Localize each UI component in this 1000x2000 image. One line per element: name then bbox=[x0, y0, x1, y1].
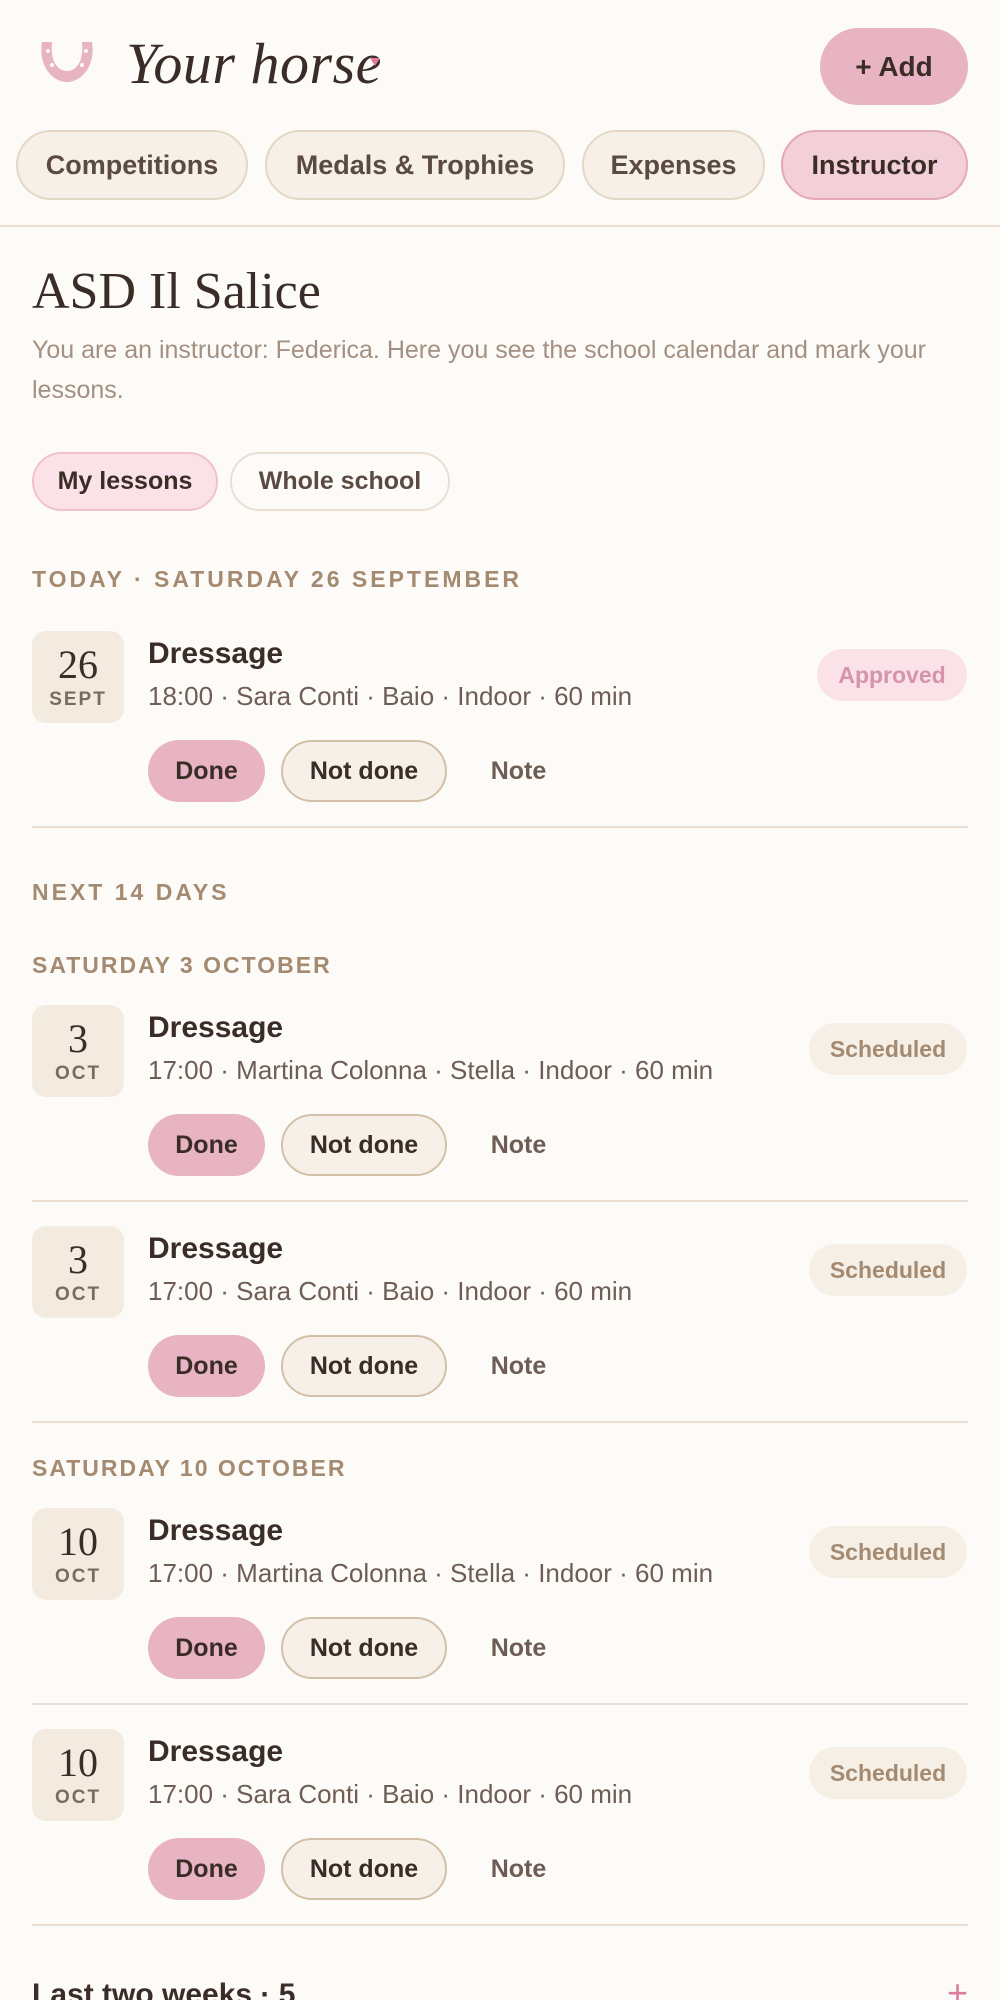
lesson-details: 18:00 · Sara Conti · Baio · Indoor · 60 … bbox=[148, 681, 633, 711]
done-button[interactable]: Done bbox=[148, 740, 265, 802]
app-title[interactable]: Your horse bbox=[126, 30, 382, 97]
lesson-details: 17:00 · Sara Conti · Baio · Indoor · 60 … bbox=[148, 1276, 633, 1306]
not-done-button[interactable]: Not done bbox=[281, 1838, 447, 1900]
past-lessons-toggle[interactable]: Last two weeks · 5 + bbox=[32, 1972, 968, 2000]
chevron-down-icon[interactable] bbox=[370, 58, 380, 66]
done-button[interactable]: Done bbox=[148, 1335, 265, 1397]
tab-competitions[interactable]: Competitions bbox=[16, 130, 248, 200]
section-upcoming-label: NEXT 14 DAYS bbox=[32, 879, 230, 905]
status-badge: Scheduled bbox=[809, 1023, 967, 1075]
date-month: OCT bbox=[54, 1787, 102, 1808]
lesson-card: 3 OCT Dressage 17:00 · Sara Conti · Baio… bbox=[0, 1226, 1000, 1446]
date-badge: 26 SEPT bbox=[32, 631, 124, 723]
date-badge: 10 OCT bbox=[32, 1508, 124, 1600]
note-button[interactable]: Note bbox=[470, 1838, 567, 1900]
page-title: ASD Il Salice bbox=[32, 263, 321, 320]
done-button[interactable]: Done bbox=[148, 1617, 265, 1679]
tab-expenses[interactable]: Expenses bbox=[582, 130, 765, 200]
done-button[interactable]: Done bbox=[148, 1838, 265, 1900]
date-badge: 3 OCT bbox=[32, 1005, 124, 1097]
lesson-card: 3 OCT Dressage 17:00 · Martina Colonna ·… bbox=[0, 1005, 1000, 1225]
lesson-title: Dressage bbox=[148, 1735, 284, 1768]
horseshoe-icon bbox=[41, 42, 93, 82]
lesson-divider bbox=[32, 1421, 968, 1423]
date-day: 10 bbox=[58, 1740, 98, 1785]
date-day: 3 bbox=[68, 1237, 88, 1282]
date-month: OCT bbox=[54, 1566, 102, 1587]
tab-medals-trophies[interactable]: Medals & Trophies bbox=[265, 130, 565, 200]
note-button[interactable]: Note bbox=[470, 1114, 567, 1176]
lesson-card: 10 OCT Dressage 17:00 · Sara Conti · Bai… bbox=[0, 1729, 1000, 1949]
date-month: OCT bbox=[54, 1063, 102, 1084]
lesson-details: 17:00 · Martina Colonna · Stella · Indoo… bbox=[148, 1558, 714, 1588]
lesson-divider bbox=[32, 1703, 968, 1705]
lesson-divider bbox=[32, 1924, 968, 1926]
lesson-divider bbox=[32, 1200, 968, 1202]
section-today-label: TODAY · SATURDAY 26 SEPTEMBER bbox=[32, 566, 523, 592]
date-day: 10 bbox=[58, 1519, 98, 1564]
not-done-button[interactable]: Not done bbox=[281, 1335, 447, 1397]
lesson-divider bbox=[32, 826, 968, 828]
not-done-button[interactable]: Not done bbox=[281, 1617, 447, 1679]
date-month: OCT bbox=[54, 1284, 102, 1305]
header-divider bbox=[0, 225, 1000, 227]
date-badge: 10 OCT bbox=[32, 1729, 124, 1821]
lesson-title: Dressage bbox=[148, 637, 284, 670]
done-button[interactable]: Done bbox=[148, 1114, 265, 1176]
note-button[interactable]: Note bbox=[470, 740, 567, 802]
date-badge: 3 OCT bbox=[32, 1226, 124, 1318]
not-done-button[interactable]: Not done bbox=[281, 1114, 447, 1176]
tab-instructor[interactable]: Instructor bbox=[781, 130, 968, 200]
day-label: SATURDAY 10 OCTOBER bbox=[32, 1455, 347, 1481]
status-badge: Approved bbox=[817, 649, 967, 701]
date-day: 3 bbox=[68, 1016, 88, 1061]
add-button[interactable]: + Add bbox=[820, 28, 968, 105]
section-tabs: Competitions Medals & Trophies Expenses … bbox=[0, 130, 1000, 200]
note-button[interactable]: Note bbox=[470, 1617, 567, 1679]
lesson-card: 26 SEPT Dressage 18:00 · Sara Conti · Ba… bbox=[0, 631, 1000, 851]
lesson-title: Dressage bbox=[148, 1514, 284, 1547]
status-badge: Scheduled bbox=[809, 1747, 967, 1799]
page-subtitle: You are an instructor: Federica. Here yo… bbox=[32, 336, 927, 404]
status-badge: Scheduled bbox=[809, 1526, 967, 1578]
lesson-title: Dressage bbox=[148, 1232, 284, 1265]
app-header: Your horse + Add bbox=[0, 0, 1000, 125]
lesson-details: 17:00 · Sara Conti · Baio · Indoor · 60 … bbox=[148, 1779, 633, 1809]
lesson-details: 17:00 · Martina Colonna · Stella · Indoo… bbox=[148, 1055, 714, 1085]
note-button[interactable]: Note bbox=[470, 1335, 567, 1397]
plus-icon[interactable]: + bbox=[947, 1972, 968, 2000]
filter-whole-school[interactable]: Whole school bbox=[230, 452, 450, 511]
lesson-title: Dressage bbox=[148, 1011, 284, 1044]
lesson-card: 10 OCT Dressage 17:00 · Martina Colonna … bbox=[0, 1508, 1000, 1728]
day-label: SATURDAY 3 OCTOBER bbox=[32, 952, 332, 978]
date-month: SEPT bbox=[49, 689, 107, 710]
filter-my-lessons[interactable]: My lessons bbox=[32, 452, 218, 511]
past-lessons-label: Last two weeks · 5 bbox=[32, 1978, 296, 2000]
date-day: 26 bbox=[58, 642, 98, 687]
status-badge: Scheduled bbox=[809, 1244, 967, 1296]
not-done-button[interactable]: Not done bbox=[281, 740, 447, 802]
